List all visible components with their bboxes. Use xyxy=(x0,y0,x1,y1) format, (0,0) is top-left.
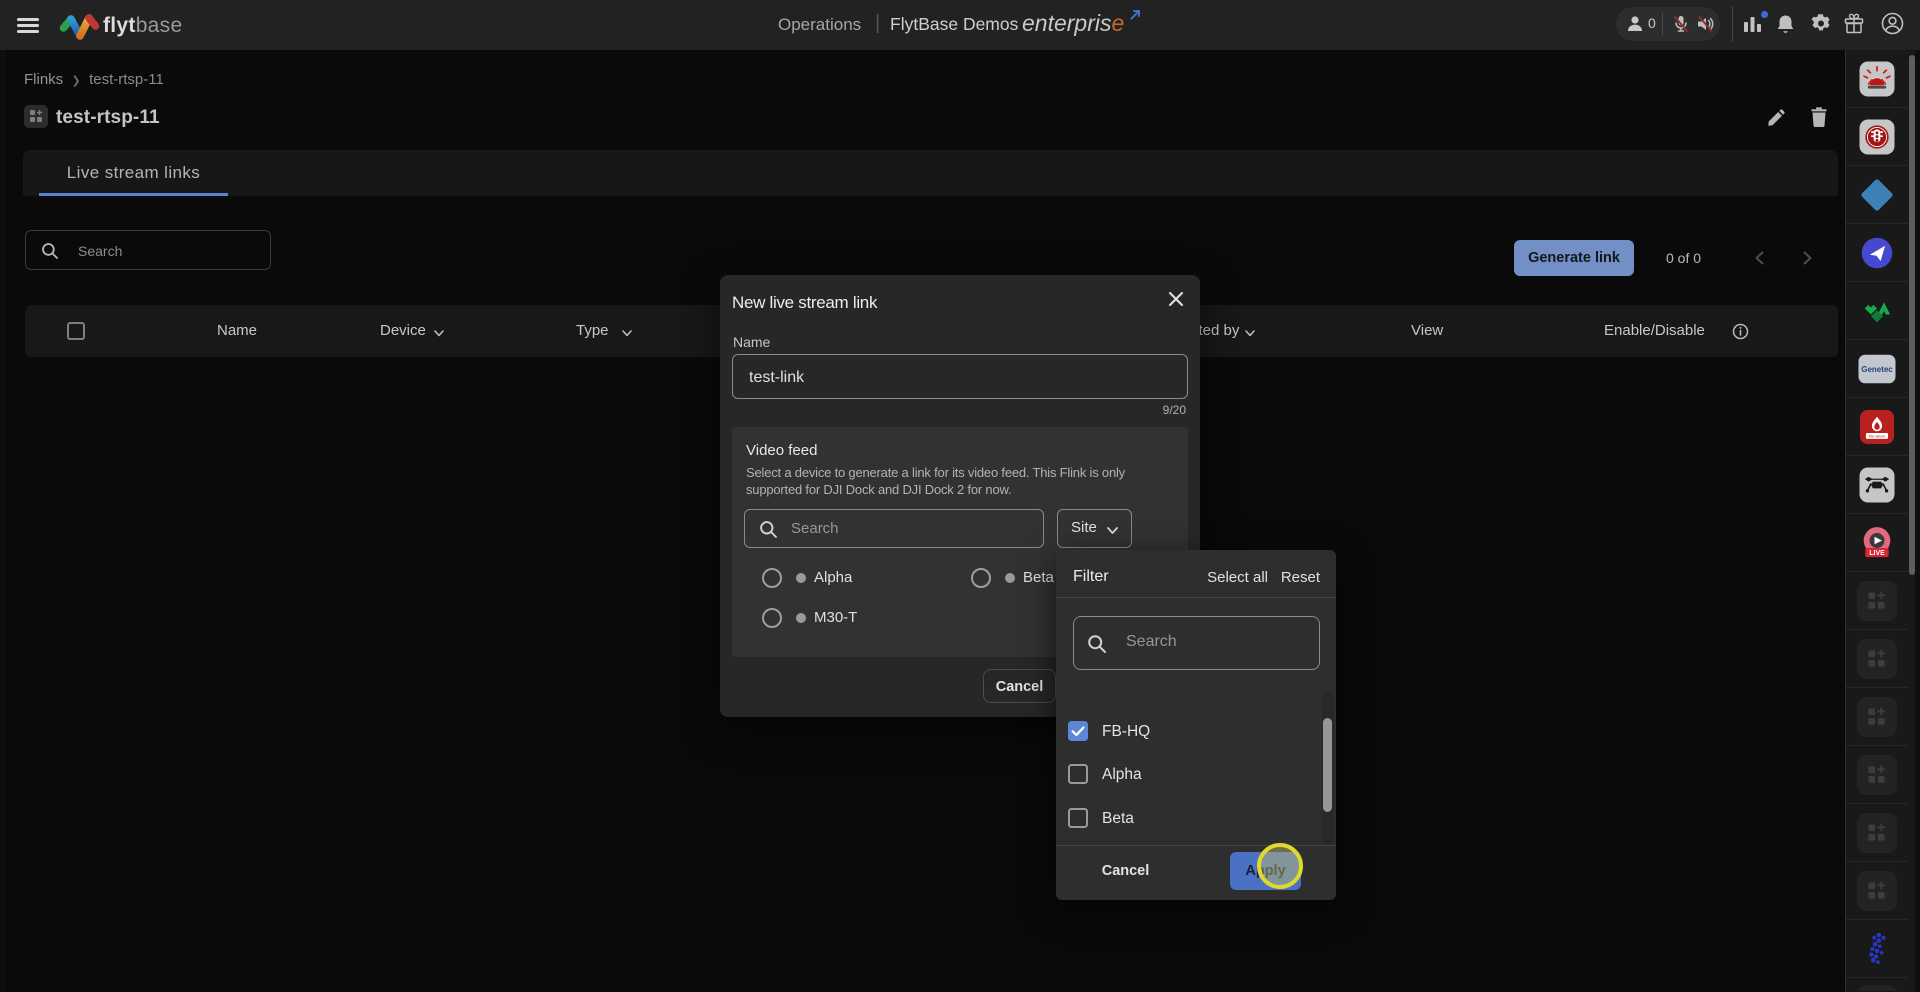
svg-text:LIVE: LIVE xyxy=(1869,550,1885,557)
svg-text:Genetec: Genetec xyxy=(1861,364,1893,373)
svg-text:fire alarm: fire alarm xyxy=(1869,433,1885,438)
